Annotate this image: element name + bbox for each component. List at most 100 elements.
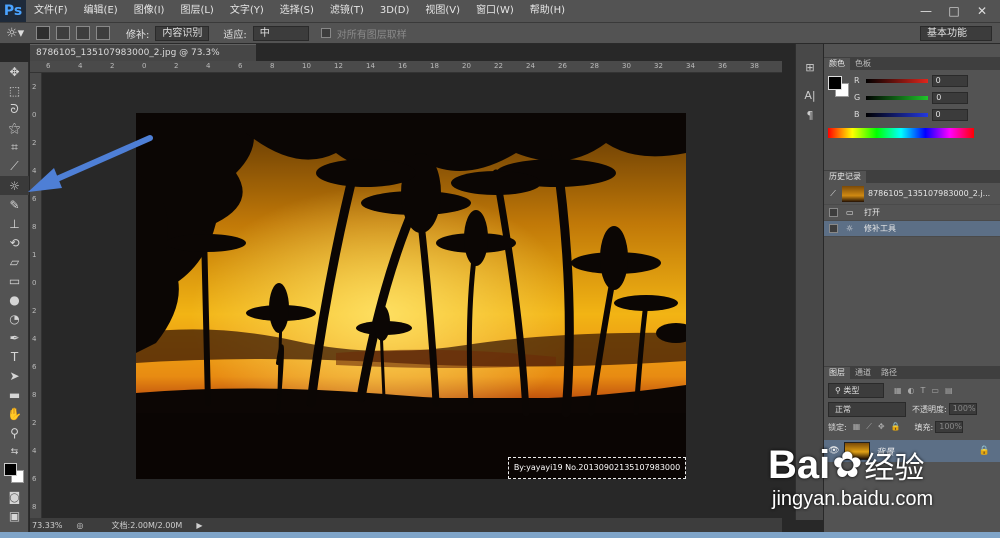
history-open-icon: ▭: [846, 208, 854, 217]
paragraph-panel-icon[interactable]: ¶: [796, 106, 824, 126]
menu-layer[interactable]: 图层(L): [172, 0, 221, 22]
selection-subtract-icon[interactable]: [76, 26, 90, 40]
selection-new-icon[interactable]: [36, 26, 50, 40]
document-canvas[interactable]: By:yayayi19 No.20130902135107983000: [136, 113, 686, 479]
lock-label: 锁定:: [828, 422, 847, 432]
lock-icons[interactable]: ▦⟋✥🔒: [853, 422, 907, 432]
dodge-tool-icon[interactable]: ◔: [0, 309, 29, 328]
layer-kind-label: 类型: [843, 385, 860, 395]
shape-tool-icon[interactable]: ▬: [0, 385, 29, 404]
tab-swatches[interactable]: 色板: [850, 58, 876, 70]
repair-label: 修补:: [126, 29, 150, 41]
history-panel-tabs: 历史记录: [824, 170, 1000, 183]
clone-stamp-tool-icon[interactable]: ⊥: [0, 214, 29, 233]
repair-select[interactable]: 内容识别: [155, 25, 210, 41]
history-item-patch[interactable]: ☼ 修补工具: [824, 221, 1000, 237]
adapt-select[interactable]: 中: [252, 25, 309, 41]
ruler-left-tick: 8: [32, 503, 37, 511]
tab-layers[interactable]: 图层: [824, 367, 850, 379]
blend-mode-select[interactable]: 正常: [828, 401, 906, 417]
menu-image[interactable]: 图像(I): [126, 0, 173, 22]
menu-select[interactable]: 选择(S): [272, 0, 322, 22]
swap-colors-icon[interactable]: ⇆: [0, 442, 29, 461]
pen-tool-icon[interactable]: ✒: [0, 328, 29, 347]
tab-channels[interactable]: 通道: [850, 367, 876, 379]
history-brush-tool-icon[interactable]: ⟲: [0, 233, 29, 252]
ruler-left-tick: 4: [32, 335, 37, 343]
lasso-tool-icon[interactable]: ᘐ: [0, 100, 29, 119]
properties-panel-icon[interactable]: ⊞: [796, 58, 824, 78]
layer-kind-select[interactable]: ⚲ 类型: [828, 382, 884, 398]
history-patch-label: 修补工具: [864, 224, 896, 233]
menu-help[interactable]: 帮助(H): [522, 0, 573, 22]
zoom-level[interactable]: 73.33%: [32, 521, 63, 530]
screen-mode-icon[interactable]: ▣: [0, 506, 29, 525]
ruler-top-tick: 28: [590, 62, 599, 70]
patch-tool-preset-icon[interactable]: ☼▾: [6, 26, 30, 41]
snapshot-label: 8786105_135107983000_2.j...: [868, 189, 991, 198]
ruler-top-tick: 32: [654, 62, 663, 70]
fill-value[interactable]: 100%: [935, 421, 964, 433]
color-panel: R 0 G 0 B 0: [824, 70, 1000, 142]
foreground-color-swatch[interactable]: [4, 463, 17, 476]
status-menu-arrow-icon[interactable]: ▶: [196, 521, 202, 530]
selection-add-icon[interactable]: [56, 26, 70, 40]
path-selection-tool-icon[interactable]: ➤: [0, 366, 29, 385]
menu-bar: Ps 文件(F) 编辑(E) 图像(I) 图层(L) 文字(Y) 选择(S) 滤…: [0, 0, 1000, 22]
green-slider[interactable]: [866, 95, 929, 100]
quick-mask-icon[interactable]: ◙: [0, 487, 29, 506]
color-spectrum[interactable]: [828, 128, 974, 138]
ruler-left-tick: 2: [32, 419, 37, 427]
menu-file[interactable]: 文件(F): [26, 0, 76, 22]
history-patch-checkbox[interactable]: [829, 224, 838, 233]
history-snapshot[interactable]: ⟋ 8786105_135107983000_2.j...: [824, 183, 1000, 205]
ruler-top-tick: 26: [558, 62, 567, 70]
ruler-left-tick: 2: [32, 307, 37, 315]
opacity-value[interactable]: 100%: [948, 403, 977, 415]
ruler-top-tick: 8: [270, 62, 275, 70]
history-open-checkbox[interactable]: [829, 208, 838, 217]
close-button[interactable]: ✕: [968, 0, 996, 22]
character-panel-icon[interactable]: A|: [796, 86, 824, 106]
eraser-tool-icon[interactable]: ▱: [0, 252, 29, 271]
selection-intersect-icon[interactable]: [96, 26, 110, 40]
menu-filter[interactable]: 滤镜(T): [322, 0, 372, 22]
baidu-logo-text: Bai: [768, 442, 831, 487]
marquee-tool-icon[interactable]: ⬚: [0, 81, 29, 100]
snapshot-brush-icon: ⟋: [830, 188, 836, 198]
red-slider[interactable]: [865, 78, 928, 83]
tab-color[interactable]: 颜色: [824, 58, 850, 70]
move-tool-icon[interactable]: ✥: [0, 62, 29, 81]
maximize-button[interactable]: □: [940, 0, 968, 22]
green-value[interactable]: 0: [932, 91, 969, 104]
ruler-top-tick: 38: [750, 62, 759, 70]
tab-history[interactable]: 历史记录: [824, 171, 866, 183]
layer-filter-icons[interactable]: ▦◐T▭▤: [894, 386, 959, 395]
hand-tool-icon[interactable]: ✋: [0, 404, 29, 423]
blue-slider[interactable]: [865, 112, 928, 117]
ruler-top-tick: 20: [462, 62, 471, 70]
blue-value[interactable]: 0: [931, 108, 968, 121]
type-tool-icon[interactable]: T: [0, 347, 29, 366]
blur-tool-icon[interactable]: ●: [0, 290, 29, 309]
history-item-open[interactable]: ▭ 打开: [824, 205, 1000, 221]
menu-window[interactable]: 窗口(W): [468, 0, 522, 22]
document-tab[interactable]: 8786105_135107983000_2.jpg @ 73.3%(RGB/8…: [30, 44, 256, 75]
red-value[interactable]: 0: [931, 74, 968, 87]
workspace-select[interactable]: 基本功能: [920, 26, 992, 41]
menu-type[interactable]: 文字(Y): [222, 0, 272, 22]
baidu-jingyan-logo: Bai ✿ 经验 jingyan.baidu.com: [768, 442, 1000, 520]
status-info-icon[interactable]: ◎: [77, 521, 84, 530]
menu-3d[interactable]: 3D(D): [372, 0, 418, 22]
panel-foreground-swatch[interactable]: [828, 76, 842, 90]
sample-all-checkbox[interactable]: [320, 28, 331, 38]
tab-paths[interactable]: 路径: [876, 367, 902, 379]
minimize-button[interactable]: —: [912, 0, 940, 22]
gradient-tool-icon[interactable]: ▭: [0, 271, 29, 290]
menu-edit[interactable]: 编辑(E): [76, 0, 126, 22]
photoshop-logo: Ps: [0, 0, 26, 22]
foreground-background-colors[interactable]: [0, 461, 28, 487]
menu-view[interactable]: 视图(V): [417, 0, 468, 22]
zoom-tool-icon[interactable]: ⚲: [0, 423, 29, 442]
os-taskbar: [0, 532, 1000, 538]
